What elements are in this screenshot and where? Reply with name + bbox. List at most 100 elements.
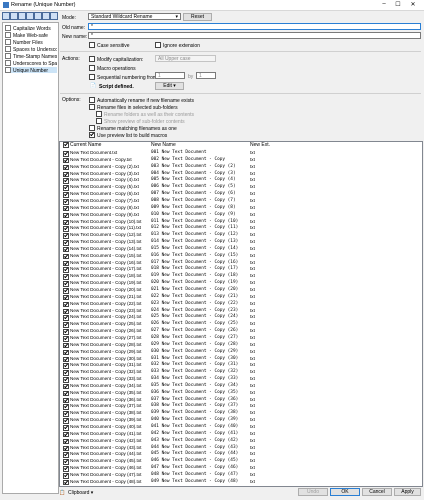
clipboard-icon[interactable]: 📋 bbox=[59, 490, 65, 496]
import-preset-icon[interactable] bbox=[34, 12, 42, 20]
row-checkbox[interactable] bbox=[63, 274, 69, 280]
row-checkbox[interactable] bbox=[63, 198, 69, 205]
column-current-name[interactable]: Current Name bbox=[70, 142, 101, 149]
list-item[interactable]: New Text Document - Copy (41).txt 042 New… bbox=[60, 431, 422, 438]
row-checkbox[interactable] bbox=[63, 329, 69, 335]
row-checkbox[interactable] bbox=[63, 219, 69, 226]
list-item[interactable]: New Text Document - Copy (23).txt 024 New… bbox=[60, 308, 422, 315]
row-checkbox[interactable] bbox=[63, 192, 69, 198]
row-checkbox[interactable] bbox=[63, 342, 69, 349]
row-checkbox[interactable] bbox=[63, 356, 69, 363]
preset-checkbox[interactable] bbox=[5, 46, 11, 52]
row-checkbox[interactable] bbox=[63, 349, 69, 356]
preset-item[interactable]: Number Files bbox=[5, 39, 57, 45]
case-sensitive-checkbox[interactable]: Case sensitive bbox=[89, 42, 130, 49]
ok-button[interactable]: OK bbox=[330, 488, 360, 496]
row-checkbox[interactable] bbox=[63, 308, 69, 315]
list-item[interactable]: New Text Document - Copy (26).txt 027 New… bbox=[60, 328, 422, 335]
list-item[interactable]: New Text Document - Copy (13).txt 014 New… bbox=[60, 239, 422, 246]
edit-script-button[interactable]: Edit ▾ bbox=[155, 82, 184, 90]
list-item[interactable]: New Text Document - Copy (33).txt 034 New… bbox=[60, 376, 422, 383]
row-checkbox[interactable] bbox=[63, 267, 69, 274]
preset-checkbox[interactable] bbox=[5, 60, 11, 66]
row-checkbox[interactable] bbox=[63, 370, 69, 376]
list-item[interactable]: New Text Document - Copy (24).txt 025 New… bbox=[60, 314, 422, 321]
list-item[interactable]: New Text Document - Copy (29).txt 030 New… bbox=[60, 349, 422, 356]
preset-checkbox[interactable] bbox=[5, 32, 11, 38]
row-checkbox[interactable] bbox=[63, 390, 69, 397]
capitalization-select[interactable]: All Upper case bbox=[155, 55, 216, 62]
list-item[interactable]: New Text Document - Copy (4).txt 005 New … bbox=[60, 177, 422, 184]
row-checkbox[interactable] bbox=[63, 335, 69, 342]
option-checkbox[interactable]: Use preview list to build macros bbox=[89, 132, 167, 139]
old-name-field[interactable]: * bbox=[88, 23, 421, 30]
row-checkbox[interactable] bbox=[63, 322, 69, 328]
row-checkbox[interactable] bbox=[63, 281, 69, 287]
ignore-extension-checkbox[interactable]: Ignore extension bbox=[155, 42, 200, 49]
list-item[interactable]: New Text Document - Copy (18).txt 019 New… bbox=[60, 273, 422, 280]
option-checkbox[interactable]: Rename matching filenames as one bbox=[89, 125, 177, 132]
save-preset-icon[interactable] bbox=[18, 12, 26, 20]
row-checkbox[interactable] bbox=[63, 151, 69, 157]
list-item[interactable]: New Text Document - Copy (12).txt 013 New… bbox=[60, 232, 422, 239]
list-item[interactable]: New Text Document - Copy (5).txt 006 New … bbox=[60, 184, 422, 191]
maximize-button[interactable]: ☐ bbox=[392, 1, 404, 8]
row-checkbox[interactable] bbox=[63, 253, 69, 260]
row-checkbox[interactable] bbox=[63, 397, 69, 404]
list-item[interactable]: New Text Document - Copy (17).txt 018 New… bbox=[60, 266, 422, 274]
list-item[interactable]: New Text Document - Copy (34).txt 035 New… bbox=[60, 383, 422, 390]
undo-button[interactable]: Undo bbox=[298, 488, 328, 496]
row-checkbox[interactable] bbox=[63, 315, 69, 321]
row-checkbox[interactable] bbox=[63, 178, 69, 184]
preset-item[interactable]: Capitalize Words bbox=[5, 25, 57, 31]
mode-select[interactable]: Standard Wildcard Rename ▾ bbox=[88, 13, 181, 20]
preset-checkbox[interactable] bbox=[5, 53, 11, 59]
close-button[interactable]: ✕ bbox=[407, 1, 419, 8]
option-checkbox[interactable]: Rename files in selected sub-folders bbox=[89, 104, 178, 111]
row-checkbox[interactable] bbox=[63, 226, 69, 232]
list-item[interactable]: New Text Document.txt 001 New Text Docume… bbox=[60, 150, 422, 157]
open-preset-icon[interactable] bbox=[10, 12, 18, 20]
row-checkbox[interactable] bbox=[63, 233, 69, 239]
list-item[interactable]: New Text Document - Copy (6).txt 007 New … bbox=[60, 191, 422, 198]
list-item[interactable]: New Text Document - Copy (3).txt 004 New … bbox=[60, 171, 422, 178]
list-item[interactable]: New Text Document - Copy (16).txt 017 New… bbox=[60, 260, 422, 267]
list-item[interactable]: New Text Document - Copy (7).txt 008 New … bbox=[60, 198, 422, 205]
list-item[interactable]: New Text Document - Copy (40).txt 041 New… bbox=[60, 424, 422, 431]
row-checkbox[interactable] bbox=[63, 459, 69, 465]
row-checkbox[interactable] bbox=[63, 377, 69, 383]
row-checkbox[interactable] bbox=[63, 472, 69, 479]
row-checkbox[interactable] bbox=[63, 294, 69, 301]
macro-operations-checkbox[interactable]: Macro operations bbox=[89, 65, 136, 72]
list-item[interactable]: New Text Document - Copy (39).txt 040 New… bbox=[60, 417, 422, 424]
preset-checkbox[interactable] bbox=[5, 25, 11, 31]
export-preset-icon[interactable] bbox=[42, 12, 50, 20]
list-item[interactable]: New Text Document - Copy (15).txt 016 New… bbox=[60, 253, 422, 260]
list-item[interactable]: New Text Document - Copy (20).txt 021 New… bbox=[60, 287, 422, 294]
list-item[interactable]: New Text Document - Copy (19).txt 020 New… bbox=[60, 280, 422, 287]
sequence-by-field[interactable]: 1 bbox=[196, 72, 216, 79]
apply-button[interactable]: Apply bbox=[394, 488, 421, 496]
column-new-name[interactable]: New Name bbox=[151, 142, 176, 149]
reset-button[interactable]: Reset bbox=[183, 13, 212, 21]
row-checkbox[interactable] bbox=[63, 466, 69, 472]
row-checkbox[interactable] bbox=[63, 240, 69, 246]
sequential-numbering-checkbox[interactable]: Sequential numbering from: bbox=[89, 74, 158, 81]
row-checkbox[interactable] bbox=[63, 246, 69, 253]
list-item[interactable]: New Text Document - Copy.txt 002 New Text… bbox=[60, 157, 422, 164]
list-item[interactable]: New Text Document - Copy (30).txt 031 New… bbox=[60, 356, 422, 363]
delete-preset-icon[interactable] bbox=[26, 12, 34, 20]
list-item[interactable]: New Text Document - Copy (43).txt 044 New… bbox=[60, 445, 422, 452]
list-item[interactable]: New Text Document - Copy (14).txt 015 New… bbox=[60, 246, 422, 253]
preset-list[interactable]: Capitalize Words Make Web-safe Number File… bbox=[2, 22, 59, 494]
list-item[interactable]: New Text Document - Copy (21).txt 022 New… bbox=[60, 294, 422, 301]
row-checkbox[interactable] bbox=[63, 445, 69, 452]
sequence-from-field[interactable]: 1 bbox=[155, 72, 185, 79]
list-item[interactable]: New Text Document - Copy (8).txt 009 New … bbox=[60, 205, 422, 212]
list-item[interactable]: New Text Document - Copy (25).txt 026 New… bbox=[60, 321, 422, 328]
row-checkbox[interactable] bbox=[63, 425, 69, 431]
row-checkbox[interactable] bbox=[63, 404, 69, 411]
column-new-ext[interactable]: New Ext. bbox=[250, 142, 270, 149]
row-checkbox[interactable] bbox=[63, 411, 69, 417]
list-item[interactable]: New Text Document - Copy (27).txt 028 New… bbox=[60, 335, 422, 342]
